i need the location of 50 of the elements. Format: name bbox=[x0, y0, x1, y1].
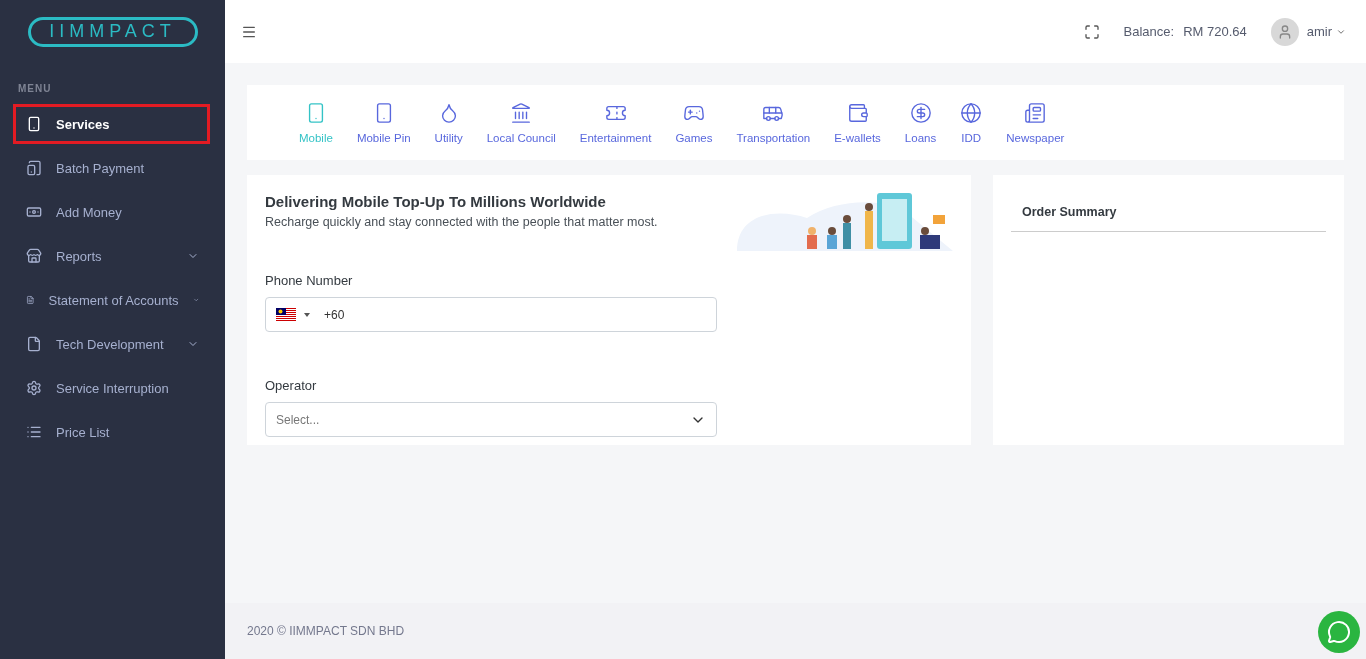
chat-bubble-icon bbox=[1327, 620, 1351, 644]
document-icon bbox=[26, 336, 42, 352]
service-tab[interactable]: Mobile Pin bbox=[344, 101, 423, 144]
service-tab[interactable]: Entertainment bbox=[567, 101, 664, 144]
sidebar-item[interactable]: Add Money bbox=[13, 192, 210, 232]
card-subtitle: Recharge quickly and stay connected with the people that matter most. bbox=[265, 215, 658, 229]
phone-field[interactable]: +60 bbox=[265, 297, 717, 332]
balance-value: RM 720.64 bbox=[1183, 24, 1247, 39]
wallet-icon bbox=[846, 101, 869, 124]
newspaper-icon bbox=[1024, 101, 1047, 124]
sidebar-item[interactable]: Services bbox=[13, 104, 210, 144]
flag-icon[interactable] bbox=[276, 308, 296, 321]
caret-icon[interactable] bbox=[304, 312, 310, 317]
order-summary-title: Order Summary bbox=[1011, 193, 1326, 232]
banknote-icon bbox=[26, 204, 42, 220]
operator-select[interactable]: Select... bbox=[265, 402, 717, 437]
service-tab[interactable]: Transportation bbox=[724, 101, 823, 144]
service-tab[interactable]: Newspaper bbox=[994, 101, 1077, 144]
sidebar-item[interactable]: Tech Development bbox=[13, 324, 210, 364]
card-title: Delivering Mobile Top-Up To Millions Worldwide bbox=[265, 193, 607, 210]
sidebar-item[interactable]: Service Interruption bbox=[13, 368, 210, 408]
sidebar-item[interactable]: Statement of Accounts bbox=[13, 280, 210, 320]
logo: IIMMPACT bbox=[27, 16, 198, 47]
balance-label: Balance: bbox=[1123, 24, 1175, 39]
field-label: Operator bbox=[265, 378, 318, 393]
sidebar-item[interactable]: Price List bbox=[13, 412, 210, 452]
service-tab[interactable]: IDD bbox=[948, 101, 995, 144]
bank-icon bbox=[510, 101, 533, 124]
footer-text: 2020 © IIMMPACT SDN BHD bbox=[247, 624, 405, 638]
service-tab[interactable]: Loans bbox=[892, 101, 949, 144]
phone-icon bbox=[26, 160, 42, 176]
service-tab[interactable]: Local Council bbox=[474, 101, 568, 144]
service-tab[interactable]: Utility bbox=[422, 101, 475, 144]
gear-icon bbox=[26, 380, 42, 396]
fullscreen-icon[interactable] bbox=[1083, 23, 1100, 40]
service-tab[interactable]: E-wallets bbox=[822, 101, 893, 144]
user-name[interactable]: amir bbox=[1306, 24, 1332, 39]
globe-icon bbox=[960, 101, 983, 124]
chat-button[interactable] bbox=[1318, 611, 1360, 653]
phone-icon bbox=[26, 116, 42, 132]
list-icon bbox=[26, 424, 42, 440]
service-tab[interactable]: Games bbox=[663, 101, 725, 144]
sidebar-item[interactable]: Batch Payment bbox=[13, 148, 210, 188]
coin-icon bbox=[909, 101, 932, 124]
sidebar-item[interactable]: Reports bbox=[13, 236, 210, 276]
field-label: Phone Number bbox=[265, 273, 354, 288]
avatar[interactable] bbox=[1270, 17, 1299, 46]
menu-heading: MENU bbox=[17, 82, 53, 96]
store-icon bbox=[26, 248, 42, 264]
phone-value: +60 bbox=[324, 307, 345, 322]
